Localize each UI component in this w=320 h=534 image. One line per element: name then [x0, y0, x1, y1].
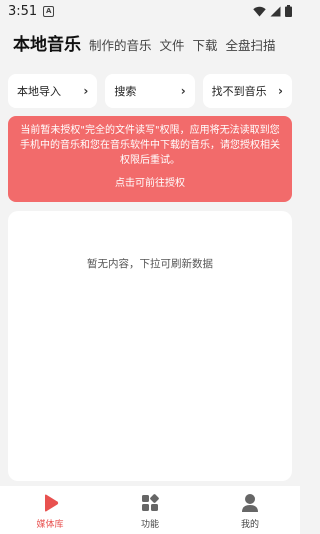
chevron-right-icon: › — [83, 84, 89, 98]
nav-label-library: 媒体库 — [36, 520, 64, 530]
status-bar: 3:51 A — [0, 0, 300, 22]
music-list-panel[interactable]: 暂无内容，下拉可刷新数据 — [8, 211, 292, 481]
person-icon — [239, 492, 261, 514]
play-icon — [39, 492, 61, 514]
tab-made-music[interactable]: 制作的音乐 — [89, 35, 152, 54]
status-time: 3:51 — [8, 3, 38, 19]
tab-local-music[interactable]: 本地音乐 — [13, 30, 81, 55]
search-button[interactable]: 搜索 › — [105, 74, 195, 108]
permission-alert: 当前暂未授权"完全的文件读写"权限，应用将无法读取到您手机中的音乐和您在音乐软件… — [8, 116, 292, 202]
tab-files[interactable]: 文件 — [160, 35, 185, 54]
permission-message: 当前暂未授权"完全的文件读写"权限，应用将无法读取到您手机中的音乐和您在音乐软件… — [20, 125, 280, 166]
grant-permission-link[interactable]: 点击可前往授权 — [18, 174, 282, 189]
signal-icon — [270, 6, 281, 16]
battery-icon — [285, 5, 292, 17]
nav-label-me: 我的 — [240, 520, 259, 530]
local-import-button[interactable]: 本地导入 › — [8, 74, 98, 108]
nav-item-library[interactable]: 媒体库 — [0, 486, 100, 534]
action-row: 本地导入 › 搜索 › 找不到音乐 › — [8, 74, 292, 108]
local-import-label: 本地导入 — [17, 85, 61, 98]
notification-icon: A — [43, 5, 55, 17]
top-tabs: 本地音乐 制作的音乐 文件 下载 全盘扫描 — [0, 30, 300, 60]
tab-downloads[interactable]: 下载 — [193, 35, 218, 54]
nav-item-features[interactable]: 功能 — [100, 486, 200, 534]
chevron-right-icon: › — [180, 84, 186, 98]
search-label: 搜索 — [114, 85, 137, 98]
chevron-right-icon: › — [278, 84, 283, 98]
cant-find-music-label: 找不到音乐 — [211, 85, 267, 98]
empty-state-text: 暂无内容，下拉可刷新数据 — [87, 258, 213, 270]
cant-find-music-button[interactable]: 找不到音乐 › — [202, 74, 292, 108]
status-icons — [253, 5, 292, 17]
nav-item-me[interactable]: 我的 — [200, 486, 300, 534]
nav-label-features: 功能 — [140, 520, 159, 530]
tab-full-scan[interactable]: 全盘扫描 — [226, 35, 276, 54]
wifi-icon — [253, 6, 266, 16]
bottom-nav: 媒体库 功能 我的 — [0, 486, 300, 534]
grid-icon — [139, 492, 161, 514]
